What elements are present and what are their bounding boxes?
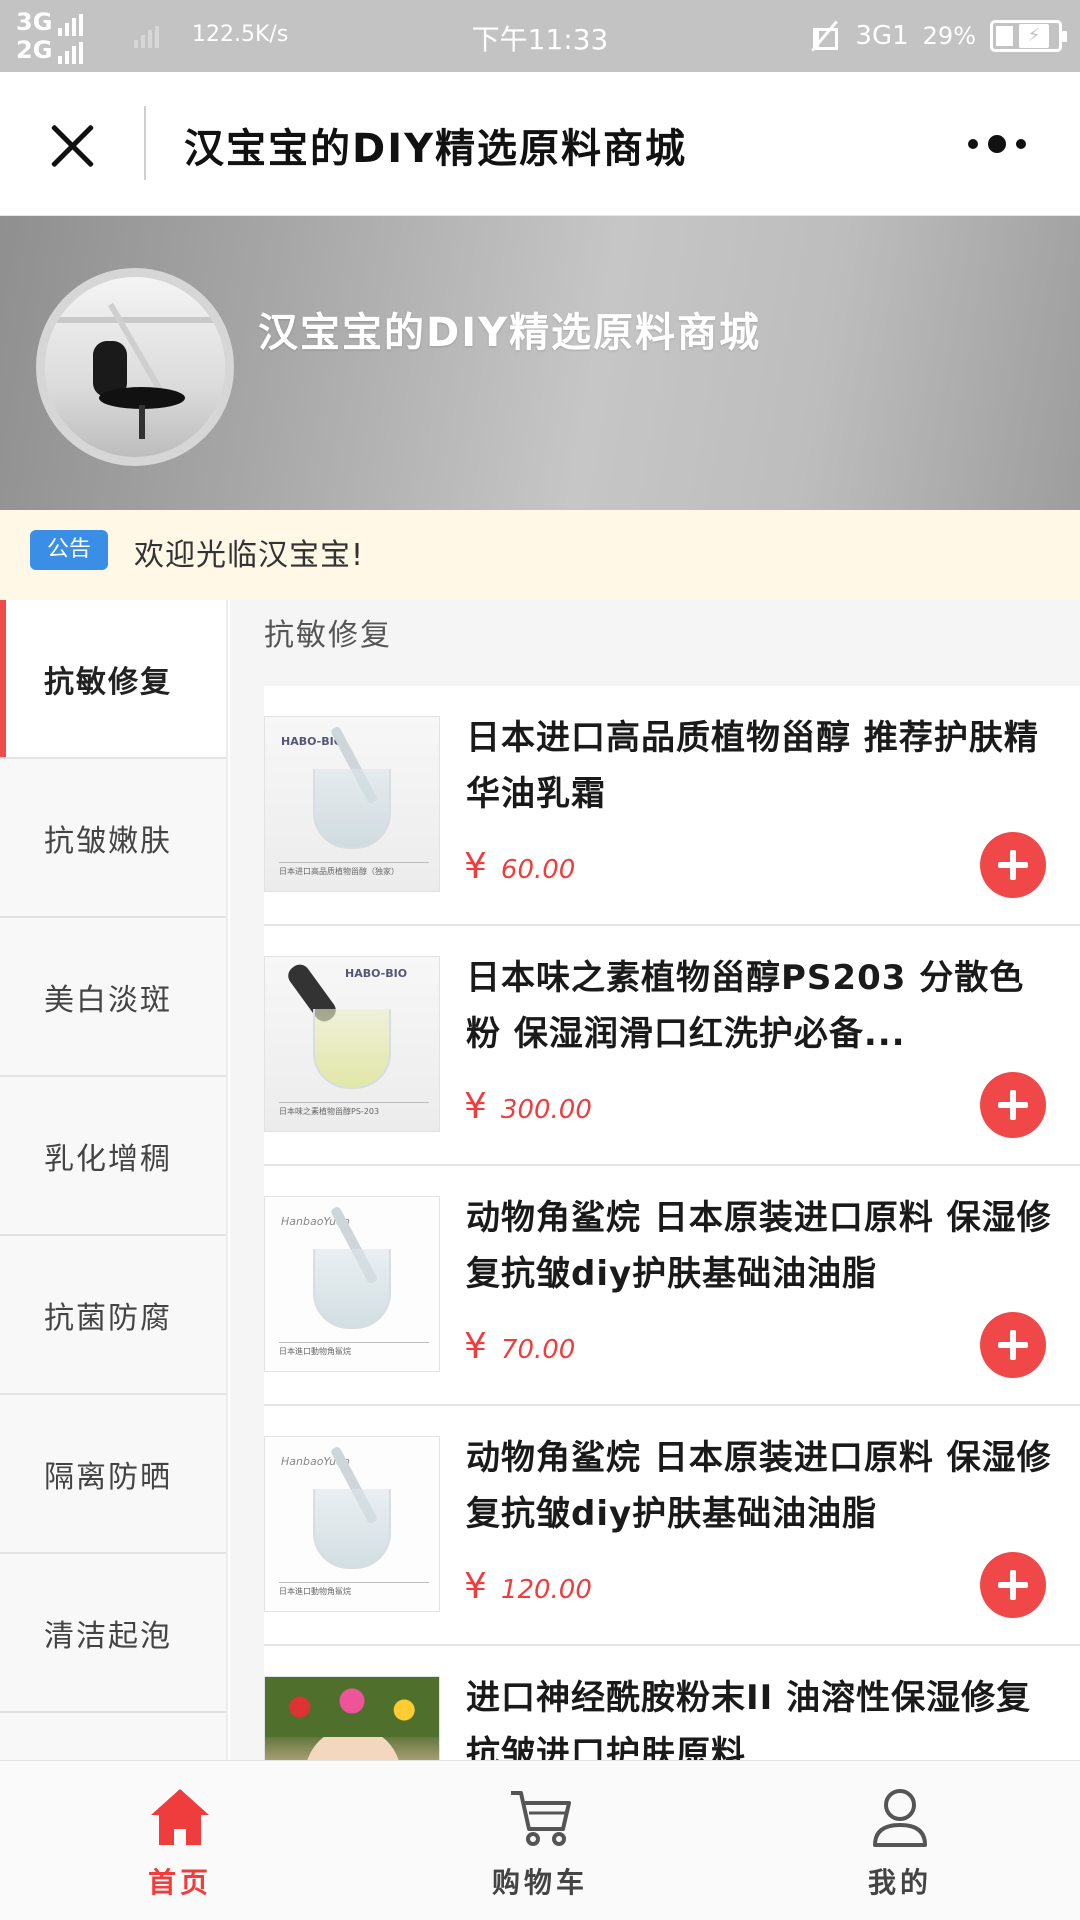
status-right: 3G1 29% ⚡ [807, 14, 1067, 58]
product-image[interactable]: HanbaoYuan 日本進口動物角鯊烷 [264, 1196, 440, 1372]
title-divider [144, 106, 146, 180]
nav-cart-label: 购物车 [491, 1866, 588, 1899]
cart-icon [511, 1791, 571, 1846]
notice-badge: 公告 [30, 530, 108, 570]
title-bar: 汉宝宝的DIY精选原料商城 [0, 72, 1080, 216]
add-to-cart-button[interactable] [980, 1312, 1046, 1378]
battery-icon: ⚡ [990, 20, 1067, 52]
nav-profile-label: 我的 [867, 1866, 932, 1899]
section-title: 抗敏修复 [264, 618, 392, 653]
page-title: 汉宝宝的DIY精选原料商城 [184, 126, 688, 172]
product-image[interactable] [264, 1676, 440, 1760]
category-item-anti-wrinkle[interactable]: 抗皱嫩肤 [0, 759, 226, 918]
product-list[interactable]: 抗敏修复 HABO-BIO 日本进口高品质植物甾醇（独家） 日本进口高品质植物甾… [230, 600, 1080, 1760]
battery-percent: 29% [922, 22, 976, 50]
close-icon[interactable] [38, 112, 106, 180]
product-image[interactable]: HanbaoYuan 日本進口動物角鯊烷 [264, 1436, 440, 1612]
product-name[interactable]: 动物角鲨烷 日本原装进口原料 保湿修复抗皱diy护肤基础油油脂 [466, 1430, 1056, 1554]
category-item-anti-allergy[interactable]: 抗敏修复 [0, 600, 226, 759]
add-to-cart-button[interactable] [980, 832, 1046, 898]
product-image[interactable]: HABO-BIO 日本味之素植物甾醇PS-203 [264, 956, 440, 1132]
product-price: ¥70.00 [464, 1326, 576, 1367]
status-bar: 3G 2G 122.5K/s 下午11:33 3G1 29% ⚡ [0, 0, 1080, 72]
shop-avatar[interactable] [36, 268, 234, 466]
category-item-cleansing[interactable]: 清洁起泡 [0, 1554, 226, 1713]
product-image[interactable]: HABO-BIO 日本进口高品质植物甾醇（独家） [264, 716, 440, 892]
product-price: ¥60.00 [464, 846, 576, 887]
product-card[interactable]: HanbaoYuan 日本進口動物角鯊烷 动物角鲨烷 日本原装进口原料 保湿修复… [264, 1166, 1080, 1406]
category-item-emulsify[interactable]: 乳化增稠 [0, 1077, 226, 1236]
nav-home-label: 首页 [147, 1866, 212, 1899]
shop-name: 汉宝宝的DIY精选原料商城 [258, 310, 762, 356]
bottom-nav: 首页 购物车 我的 [0, 1760, 1080, 1920]
more-icon[interactable] [952, 124, 1042, 164]
product-card[interactable]: HanbaoYuan 日本進口動物角鯊烷 动物角鲨烷 日本原装进口原料 保湿修复… [264, 1406, 1080, 1646]
category-item-sunscreen[interactable]: 隔离防晒 [0, 1395, 226, 1554]
product-card[interactable]: 进口神经酰胺粉末II 油溶性保湿修复抗皱进口护肤原料 [264, 1646, 1080, 1760]
nav-cart[interactable]: 购物车 [360, 1761, 720, 1920]
product-card[interactable]: HABO-BIO 日本进口高品质植物甾醇（独家） 日本进口高品质植物甾醇 推荐护… [264, 686, 1080, 926]
add-to-cart-button[interactable] [980, 1552, 1046, 1618]
product-name[interactable]: 日本进口高品质植物甾醇 推荐护肤精华油乳霜 [466, 710, 1056, 834]
product-name[interactable]: 动物角鲨烷 日本原装进口原料 保湿修复抗皱diy护肤基础油油脂 [466, 1190, 1056, 1314]
mute-icon [807, 19, 841, 53]
product-price: ¥120.00 [464, 1566, 592, 1607]
home-icon [151, 1789, 209, 1845]
add-to-cart-button[interactable] [980, 1072, 1046, 1138]
category-item-antibacterial[interactable]: 抗菌防腐 [0, 1236, 226, 1395]
shop-banner: 汉宝宝的DIY精选原料商城 [0, 216, 1080, 510]
category-item-whitening[interactable]: 美白淡斑 [0, 918, 226, 1077]
notice-text: 欢迎光临汉宝宝! [134, 538, 365, 573]
notice-bar[interactable]: 公告 欢迎光临汉宝宝! [0, 510, 1080, 600]
user-icon [873, 1789, 927, 1847]
nav-home[interactable]: 首页 [0, 1761, 360, 1920]
product-price: ¥300.00 [464, 1086, 592, 1127]
page: 3G 2G 122.5K/s 下午11:33 3G1 29% ⚡ 汉宝宝的DIY… [0, 0, 1080, 1920]
category-item-more[interactable] [0, 1713, 226, 1760]
category-sidebar[interactable]: 抗敏修复 抗皱嫩肤 美白淡斑 乳化增稠 抗菌防腐 隔离防晒 清洁起泡 [0, 600, 228, 1760]
product-card[interactable]: HABO-BIO 日本味之素植物甾醇PS-203 日本味之素植物甾醇PS203 … [264, 926, 1080, 1166]
product-name[interactable]: 日本味之素植物甾醇PS203 分散色粉 保湿润滑口红洗护必备... [466, 950, 1056, 1074]
network-type-right: 3G1 [855, 21, 909, 51]
product-name[interactable]: 进口神经酰胺粉末II 油溶性保湿修复抗皱进口护肤原料 [466, 1670, 1056, 1760]
nav-profile[interactable]: 我的 [720, 1761, 1080, 1920]
network-sim-index: 1 [892, 21, 909, 51]
